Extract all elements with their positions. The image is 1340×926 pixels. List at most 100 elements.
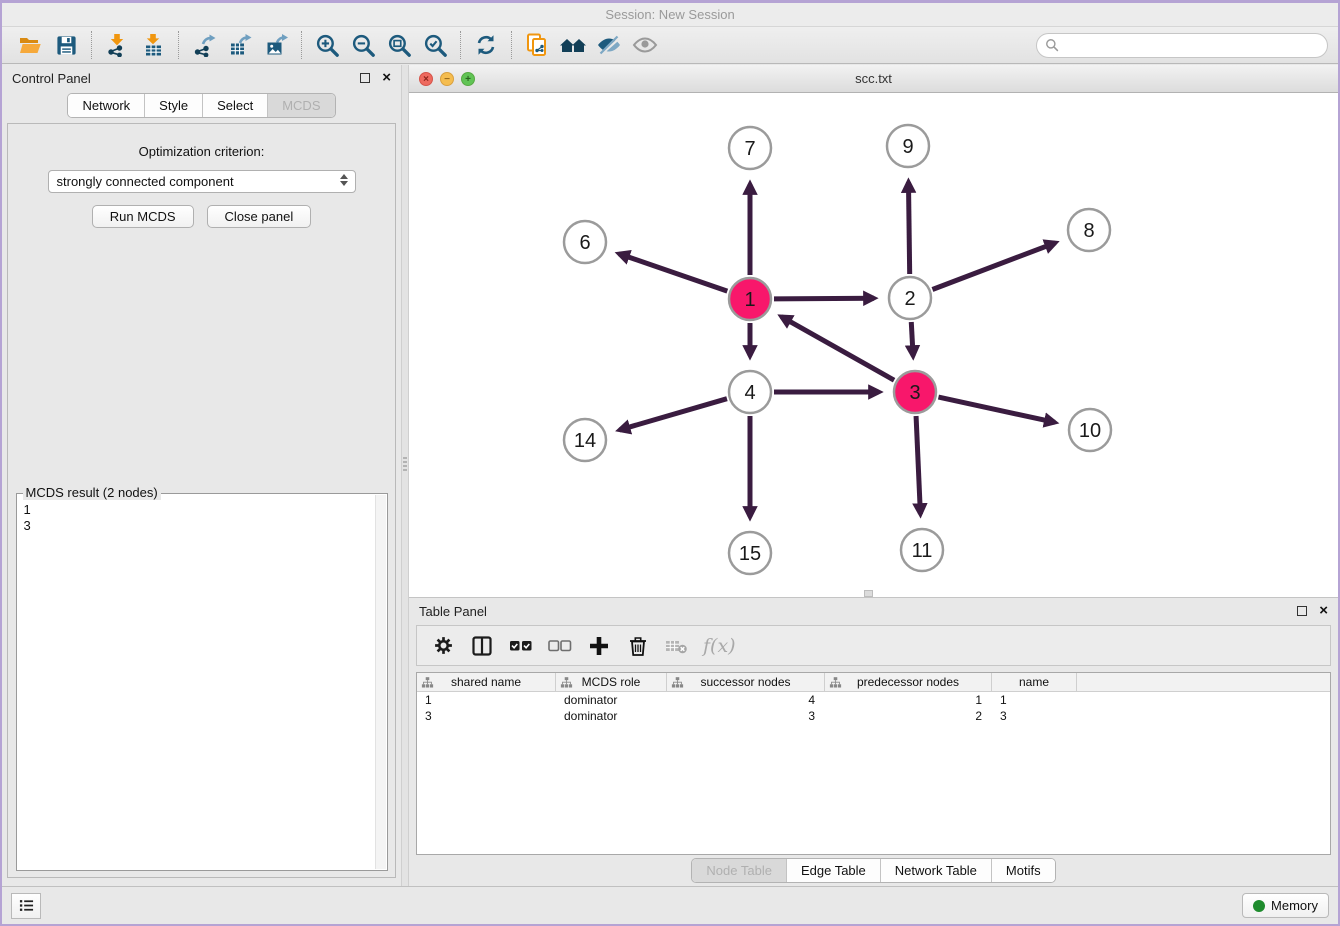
delete-table-button[interactable] — [664, 633, 690, 659]
cell-predecessor-nodes: 1 — [825, 692, 992, 708]
mcds-result-item[interactable]: 3 — [24, 518, 387, 534]
minimize-window-button[interactable]: − — [440, 72, 454, 86]
mcds-result-title: MCDS result (2 nodes) — [23, 485, 161, 500]
graph-node-label: 9 — [902, 136, 913, 158]
zoom-out-button[interactable] — [345, 30, 381, 60]
select-all-button[interactable] — [508, 633, 534, 659]
save-session-button[interactable] — [48, 30, 84, 60]
result-scrollbar[interactable] — [375, 495, 386, 869]
graph-node-label: 10 — [1079, 420, 1101, 442]
close-window-button[interactable]: × — [419, 72, 433, 86]
refresh-button[interactable] — [468, 30, 504, 60]
tab-network[interactable]: Network — [68, 94, 144, 117]
import-network-button[interactable] — [99, 30, 135, 60]
column-header-shared-name[interactable]: shared name — [417, 673, 556, 691]
panel-splitter[interactable] — [401, 65, 409, 886]
export-image-icon — [264, 33, 289, 57]
tab-edge-table[interactable]: Edge Table — [786, 859, 880, 882]
tab-select[interactable]: Select — [202, 94, 267, 117]
close-table-panel-icon[interactable]: × — [1319, 606, 1328, 616]
hierarchy-icon — [560, 676, 573, 689]
export-table-icon — [228, 33, 252, 57]
cell-shared-name: 1 — [417, 692, 556, 708]
network-graph[interactable]: 7968124314101511 — [409, 93, 1338, 596]
graph-edge-3-1[interactable] — [781, 317, 894, 381]
export-table-button[interactable] — [222, 30, 258, 60]
column-header-successor-nodes[interactable]: successor nodes — [667, 673, 825, 691]
close-panel-icon[interactable]: × — [382, 73, 391, 83]
table-row[interactable]: 1 dominator 4 1 1 — [417, 692, 1330, 708]
tab-motifs[interactable]: Motifs — [991, 859, 1055, 882]
mcds-panel: Optimization criterion: strongly connect… — [7, 123, 396, 878]
deselect-all-icon — [548, 637, 572, 655]
table-panel: Table Panel × — [409, 597, 1338, 886]
export-image-button[interactable] — [258, 30, 294, 60]
float-table-panel-icon[interactable] — [1297, 606, 1307, 616]
column-header-name[interactable]: name — [992, 673, 1077, 691]
add-icon — [588, 635, 610, 657]
graph-edge-3-10[interactable] — [938, 397, 1054, 422]
graph-node-label: 8 — [1083, 220, 1094, 242]
zoom-selected-button[interactable] — [417, 30, 453, 60]
network-file-button[interactable] — [519, 30, 555, 60]
task-history-button[interactable] — [11, 893, 41, 919]
optimization-criterion-label: Optimization criterion: — [139, 144, 265, 159]
graph-node-label: 15 — [739, 543, 761, 565]
show-details-button[interactable] — [627, 30, 663, 60]
graph-edge-2-8[interactable] — [932, 243, 1055, 290]
tab-node-table[interactable]: Node Table — [692, 859, 786, 882]
export-network-button[interactable] — [186, 30, 222, 60]
home-button[interactable] — [555, 30, 591, 60]
tab-mcds[interactable]: MCDS — [267, 94, 334, 117]
search-input[interactable] — [1064, 38, 1319, 53]
table-settings-button[interactable] — [430, 633, 456, 659]
graph-edge-3-11[interactable] — [916, 416, 920, 514]
deselect-all-button[interactable] — [547, 633, 573, 659]
show-eye-icon — [632, 33, 658, 57]
import-table-button[interactable] — [135, 30, 171, 60]
tab-network-table[interactable]: Network Table — [880, 859, 991, 882]
toolbar-separator — [511, 31, 512, 59]
cell-shared-name: 3 — [417, 708, 556, 724]
table-row[interactable]: 3 dominator 3 2 3 — [417, 708, 1330, 724]
function-builder-button[interactable]: f(x) — [703, 635, 736, 657]
zoom-fit-button[interactable] — [381, 30, 417, 60]
network-canvas[interactable]: 7968124314101511 — [409, 93, 1338, 597]
graph-edge-1-2[interactable] — [774, 298, 874, 299]
delete-column-button[interactable] — [625, 633, 651, 659]
graph-edge-4-14[interactable] — [620, 399, 727, 430]
hide-details-button[interactable] — [591, 30, 627, 60]
column-header-predecessor-nodes[interactable]: predecessor nodes — [825, 673, 992, 691]
tab-style[interactable]: Style — [144, 94, 202, 117]
network-title: scc.txt — [855, 71, 892, 86]
float-panel-icon[interactable] — [360, 73, 370, 83]
column-header-mcds-role[interactable]: MCDS role — [556, 673, 667, 691]
graph-edge-2-9[interactable] — [908, 182, 909, 274]
splitter-handle[interactable] — [864, 590, 873, 597]
open-session-button[interactable] — [12, 30, 48, 60]
run-mcds-button[interactable]: Run MCDS — [92, 205, 194, 228]
zoom-selected-icon — [423, 33, 448, 58]
show-columns-button[interactable] — [469, 633, 495, 659]
network-file-icon — [524, 32, 550, 58]
zoom-in-button[interactable] — [309, 30, 345, 60]
toolbar-separator — [91, 31, 92, 59]
zoom-out-icon — [351, 33, 376, 58]
graph-edge-1-6[interactable] — [619, 254, 727, 291]
application-window: Session: New Session — [0, 0, 1340, 926]
import-network-icon — [105, 33, 129, 57]
optimization-criterion-select[interactable]: strongly connected component — [48, 170, 356, 193]
home-icon — [559, 33, 587, 57]
cell-mcds-role: dominator — [556, 708, 667, 724]
graph-edge-2-3[interactable] — [911, 322, 913, 356]
close-panel-button[interactable]: Close panel — [207, 205, 312, 228]
add-column-button[interactable] — [586, 633, 612, 659]
zoom-window-button[interactable]: + — [461, 72, 475, 86]
search-field[interactable] — [1036, 33, 1328, 58]
cell-mcds-role: dominator — [556, 692, 667, 708]
memory-button[interactable]: Memory — [1242, 893, 1329, 918]
mcds-result-item[interactable]: 1 — [24, 502, 387, 518]
graph-node-label: 6 — [579, 232, 590, 254]
search-icon — [1045, 38, 1059, 52]
cell-predecessor-nodes: 2 — [825, 708, 992, 724]
